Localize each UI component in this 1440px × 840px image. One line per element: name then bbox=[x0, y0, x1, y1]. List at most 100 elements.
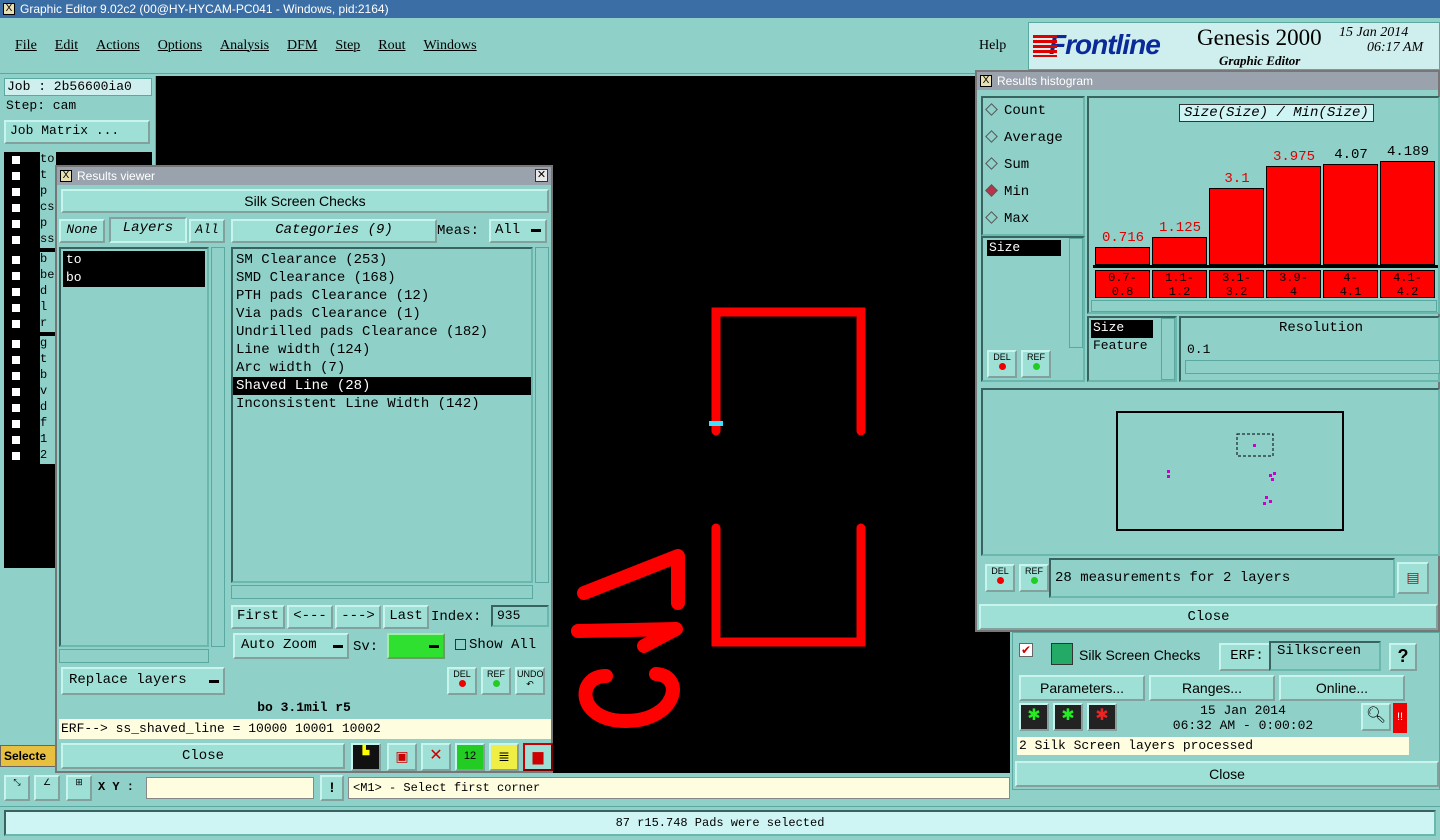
histogram-close-button[interactable]: Close bbox=[979, 604, 1438, 630]
erf-button[interactable]: ERF: bbox=[1219, 643, 1275, 671]
layers-button[interactable]: Layers bbox=[109, 217, 187, 243]
size-list-item[interactable]: Size bbox=[987, 240, 1061, 256]
xy-input[interactable] bbox=[146, 777, 314, 799]
replace-layers-dropdown[interactable]: Replace layers bbox=[61, 667, 225, 695]
category-item[interactable]: Inconsistent Line Width (142) bbox=[233, 395, 531, 413]
zoom-icon[interactable]: 🔍︎ bbox=[1361, 703, 1391, 731]
layer-checkbox[interactable] bbox=[10, 270, 22, 282]
histogram-icon[interactable]: ▆ bbox=[523, 743, 553, 771]
layer-checkbox[interactable] bbox=[10, 154, 22, 166]
layer-checkbox[interactable] bbox=[10, 302, 22, 314]
layer-checkbox[interactable] bbox=[10, 218, 22, 230]
layer-checkbox[interactable] bbox=[10, 418, 22, 430]
layer-checkbox[interactable] bbox=[10, 354, 22, 366]
hist-ref-small-button[interactable]: REF bbox=[1021, 350, 1051, 378]
menu-file[interactable]: File bbox=[15, 38, 37, 53]
grid-icon[interactable]: ⊞ bbox=[66, 775, 92, 801]
first-button[interactable]: First bbox=[231, 605, 285, 629]
report-icon[interactable]: ≣ bbox=[489, 743, 519, 771]
zoom-fit-icon[interactable]: ⤡ bbox=[4, 775, 30, 801]
menu-options[interactable]: Options bbox=[158, 38, 202, 53]
category-item[interactable]: Shaved Line (28) bbox=[233, 377, 531, 395]
layer-checkbox[interactable] bbox=[10, 170, 22, 182]
resolution-slider[interactable] bbox=[1185, 360, 1440, 374]
layers-hscrollbar[interactable] bbox=[59, 649, 209, 663]
sv-color-dropdown[interactable] bbox=[387, 633, 445, 659]
ranges-button[interactable]: Ranges... bbox=[1149, 675, 1275, 701]
result-layer-item[interactable]: bo bbox=[63, 269, 205, 287]
disable-icon[interactable]: ✕ bbox=[421, 743, 451, 771]
layer-checkbox[interactable] bbox=[10, 286, 22, 298]
category-item[interactable]: SMD Clearance (168) bbox=[233, 269, 531, 287]
results-viewer-close-icon[interactable]: ✕ bbox=[535, 169, 548, 182]
online-button[interactable]: Online... bbox=[1279, 675, 1405, 701]
layers-scrollbar[interactable] bbox=[211, 247, 225, 647]
alert-icon[interactable]: ! bbox=[320, 775, 344, 801]
result-layer-item[interactable]: to bbox=[63, 251, 205, 269]
category-item[interactable]: PTH pads Clearance (12) bbox=[233, 287, 531, 305]
layer-checkbox[interactable] bbox=[10, 186, 22, 198]
layer-checkbox[interactable] bbox=[10, 386, 22, 398]
menu-rout[interactable]: Rout bbox=[378, 38, 405, 53]
layer-checkbox[interactable] bbox=[10, 234, 22, 246]
categories-scrollbar[interactable] bbox=[535, 247, 549, 583]
mode-sum[interactable]: Sum bbox=[983, 152, 1083, 179]
axis-item[interactable]: Feature bbox=[1091, 338, 1153, 356]
category-item[interactable]: Arc width (7) bbox=[233, 359, 531, 377]
menu-help[interactable]: Help bbox=[979, 38, 1006, 54]
hist-ref-button[interactable]: REF bbox=[1019, 564, 1049, 592]
parameters-button[interactable]: Parameters... bbox=[1019, 675, 1145, 701]
show-all-checkbox[interactable] bbox=[455, 639, 466, 650]
none-button[interactable]: None bbox=[59, 219, 105, 243]
index-field[interactable]: 935 bbox=[491, 605, 549, 627]
hist-export-icon[interactable]: ▤ bbox=[1397, 562, 1429, 594]
axis-scrollbar[interactable] bbox=[1161, 318, 1175, 380]
layer-checkbox[interactable] bbox=[10, 254, 22, 266]
silk-help-button[interactable]: ? bbox=[1389, 643, 1417, 671]
category-item[interactable]: SM Clearance (253) bbox=[233, 251, 531, 269]
layer-color-icon[interactable]: ▙ bbox=[351, 743, 381, 771]
histogram-bar[interactable] bbox=[1266, 166, 1321, 265]
ref-button[interactable]: REF bbox=[481, 667, 511, 695]
histogram-bar[interactable] bbox=[1380, 161, 1435, 265]
axis-item[interactable]: Size bbox=[1091, 320, 1153, 338]
auto-zoom-dropdown[interactable]: Auto Zoom bbox=[233, 633, 349, 659]
silk-close-button[interactable]: Close bbox=[1015, 761, 1439, 787]
prev-button[interactable]: <--- bbox=[287, 605, 333, 629]
run-icon[interactable]: ✱ bbox=[1019, 703, 1049, 731]
layer-checkbox[interactable] bbox=[10, 338, 22, 350]
erf-field[interactable]: Silkscreen bbox=[1269, 641, 1381, 671]
hist-del-button[interactable]: DEL bbox=[985, 564, 1015, 592]
results-viewer-close-button[interactable]: Close bbox=[61, 743, 345, 769]
histogram-bar[interactable] bbox=[1209, 188, 1264, 265]
next-button[interactable]: ---> bbox=[335, 605, 381, 629]
histogram-bar[interactable] bbox=[1095, 247, 1150, 265]
list-scrollbar[interactable] bbox=[1069, 238, 1083, 348]
meas-dropdown[interactable]: All bbox=[489, 219, 547, 243]
last-button[interactable]: Last bbox=[383, 605, 429, 629]
screen-icon[interactable]: ▣ bbox=[387, 743, 417, 771]
category-item[interactable]: Via pads Clearance (1) bbox=[233, 305, 531, 323]
histogram-bar[interactable] bbox=[1323, 164, 1378, 265]
menu-step[interactable]: Step bbox=[335, 38, 360, 53]
layer-checkbox[interactable] bbox=[10, 202, 22, 214]
layers-list[interactable]: to bo bbox=[59, 247, 209, 647]
mode-min[interactable]: Min bbox=[983, 179, 1083, 206]
layer-checkbox[interactable] bbox=[10, 370, 22, 382]
layer-checkbox[interactable] bbox=[10, 434, 22, 446]
category-item[interactable]: Undrilled pads Clearance (182) bbox=[233, 323, 531, 341]
categories-hscrollbar[interactable] bbox=[231, 585, 533, 599]
menu-dfm[interactable]: DFM bbox=[287, 38, 317, 53]
menu-windows[interactable]: Windows bbox=[424, 38, 477, 53]
categories-list[interactable]: SM Clearance (253) SMD Clearance (168) PTH… bbox=[231, 247, 533, 583]
menu-actions[interactable]: Actions bbox=[96, 38, 140, 53]
count-icon[interactable]: 12 bbox=[455, 743, 485, 771]
histogram-bar[interactable] bbox=[1152, 237, 1207, 265]
layer-checkbox[interactable] bbox=[10, 450, 22, 462]
run-all-icon[interactable]: ✱ bbox=[1053, 703, 1083, 731]
undo-button[interactable]: UNDO ↶ bbox=[515, 667, 545, 695]
categories-button[interactable]: Categories (9) bbox=[231, 219, 437, 243]
category-item[interactable]: Line width (124) bbox=[233, 341, 531, 359]
menu-analysis[interactable]: Analysis bbox=[220, 38, 269, 53]
job-matrix-button[interactable]: Job Matrix ... bbox=[4, 120, 150, 144]
